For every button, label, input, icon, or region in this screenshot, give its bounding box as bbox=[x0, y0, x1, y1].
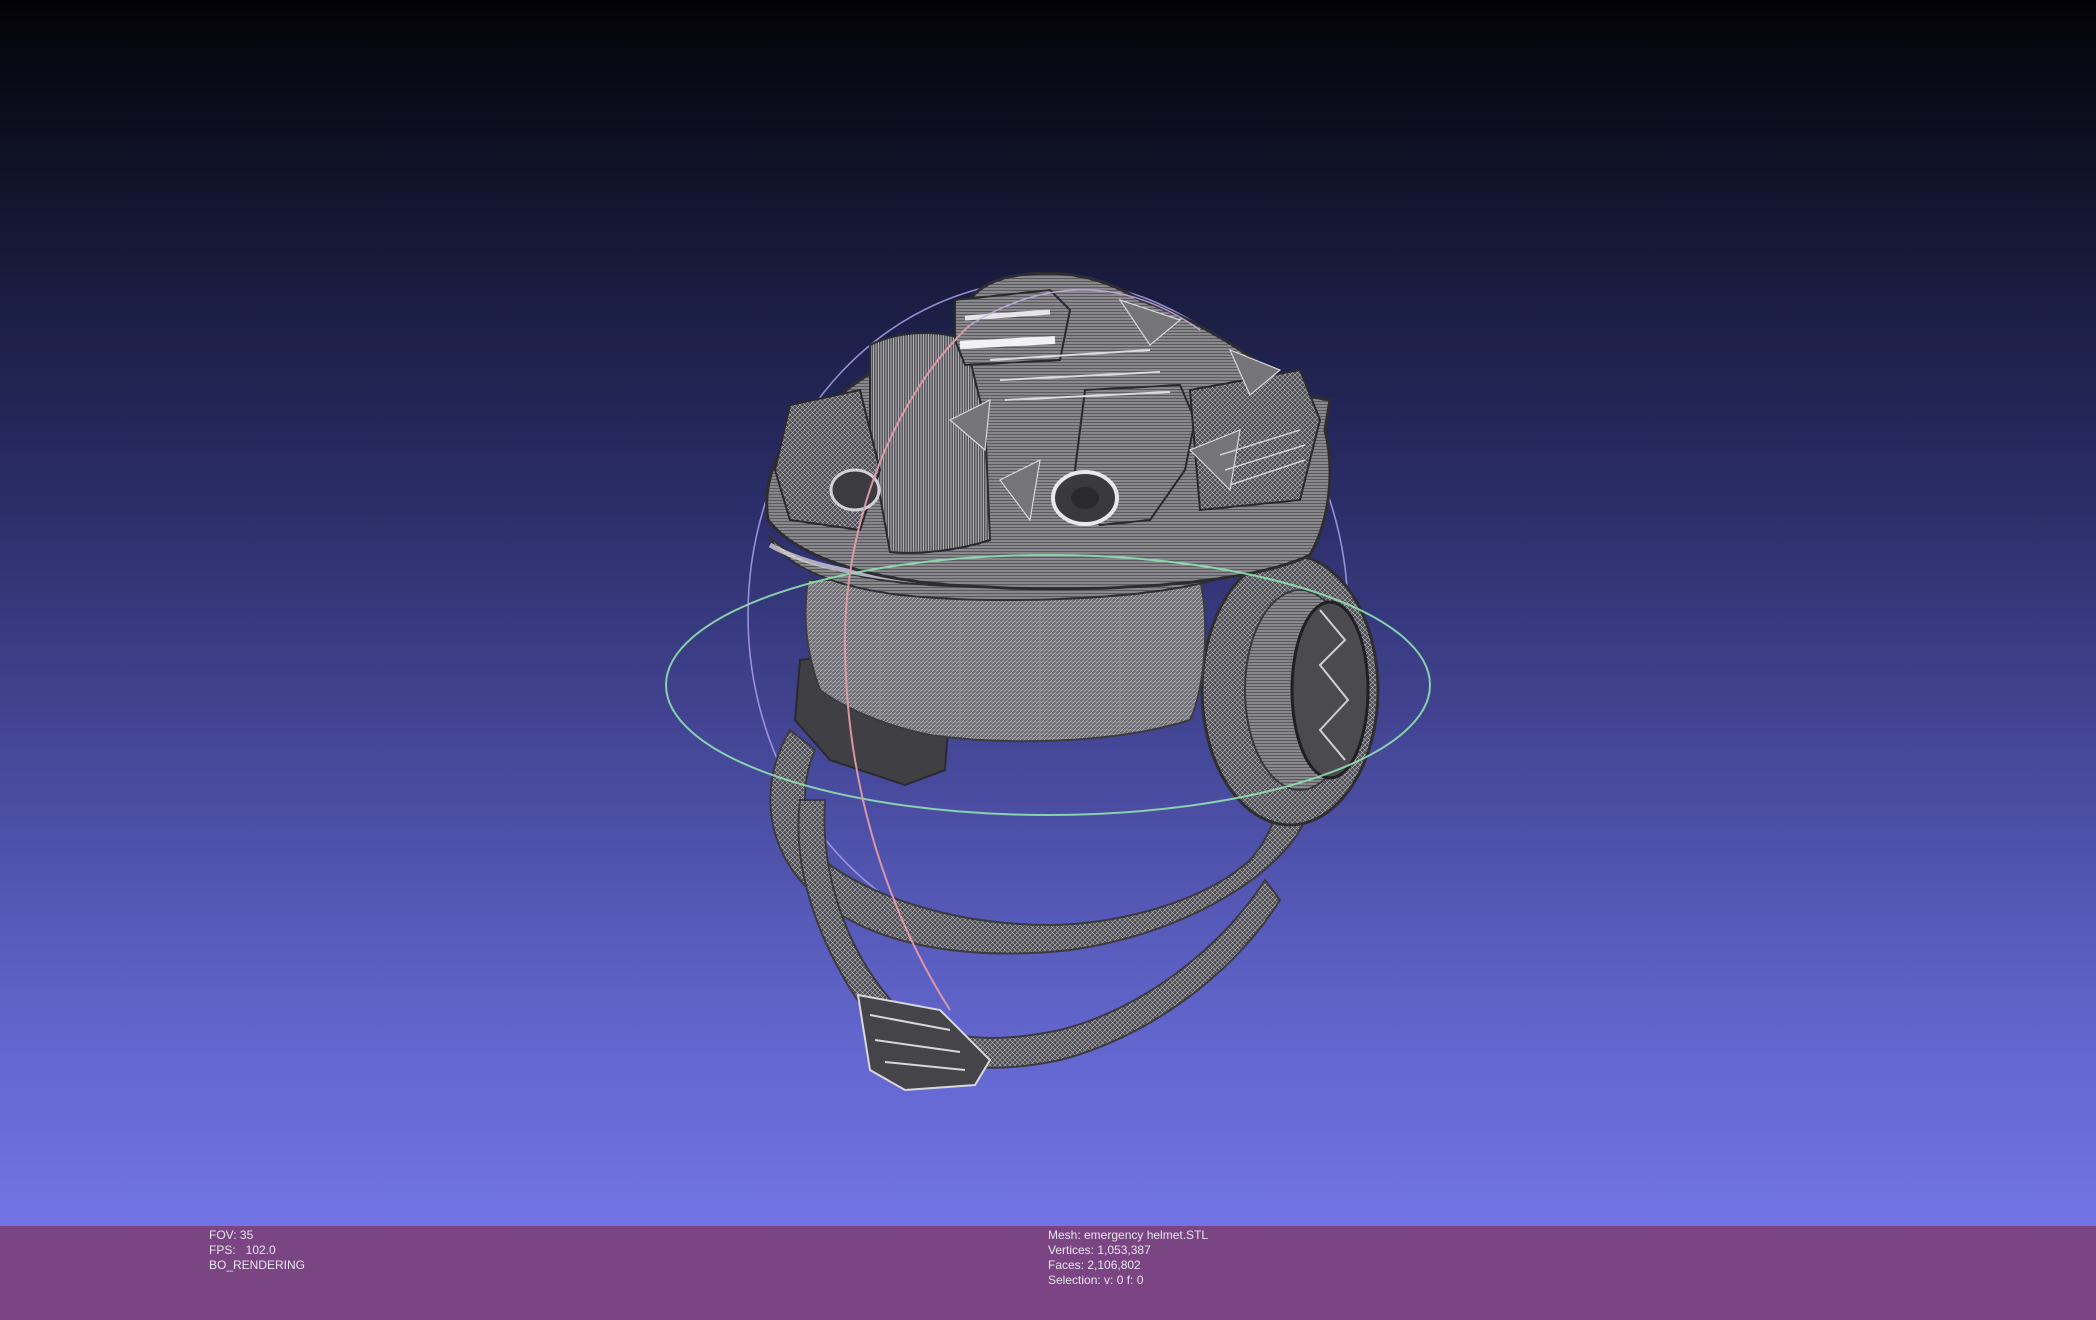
render-mode: BO_RENDERING bbox=[209, 1258, 306, 1272]
mesh-name: Mesh: emergency helmet.STL bbox=[1048, 1228, 1209, 1242]
selection-info: Selection: v: 0 f: 0 bbox=[1048, 1273, 1144, 1287]
3d-viewport[interactable] bbox=[0, 0, 2096, 1226]
scene-canvas[interactable] bbox=[0, 0, 2096, 1226]
helmet-mesh[interactable] bbox=[765, 271, 1380, 1092]
mesh-info: Mesh: emergency helmet.STL Vertices: 1,0… bbox=[1048, 1228, 1208, 1288]
render-info: FOV: 35 FPS: 102.0 BO_RENDERING bbox=[209, 1228, 305, 1273]
vertex-count: Vertices: 1,053,387 bbox=[1048, 1243, 1151, 1257]
top-mount bbox=[954, 288, 1072, 367]
fov-readout: FOV: 35 bbox=[209, 1228, 254, 1242]
face-count: Faces: 2,106,802 bbox=[1048, 1258, 1141, 1272]
strap-buckle bbox=[856, 993, 992, 1092]
status-info-bar: FOV: 35 FPS: 102.0 BO_RENDERING Mesh: em… bbox=[0, 1226, 2096, 1320]
fps-readout: FPS: 102.0 bbox=[209, 1243, 276, 1257]
